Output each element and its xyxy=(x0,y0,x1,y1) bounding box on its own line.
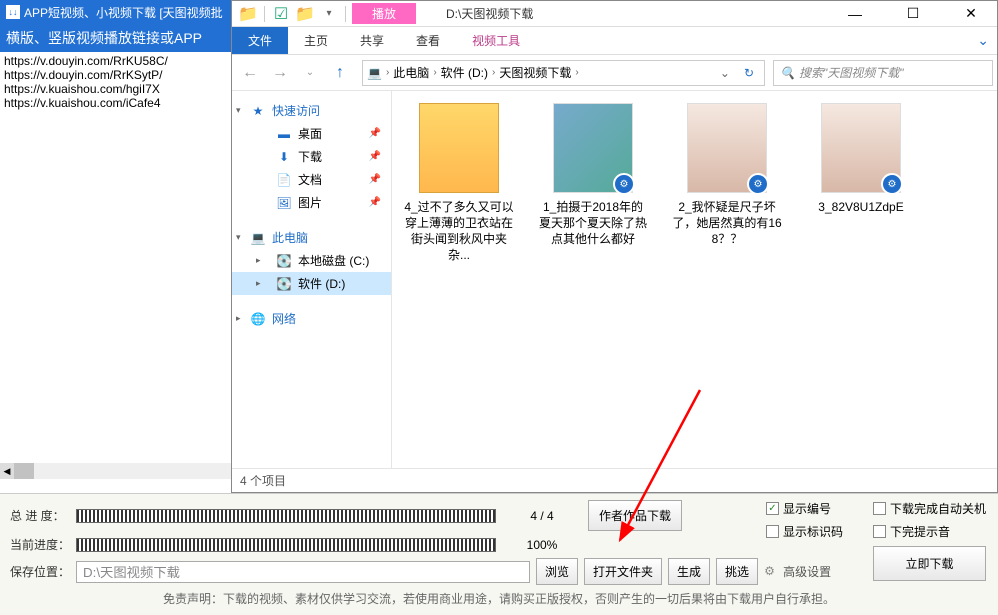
breadcrumb-item[interactable]: 软件 (D:) xyxy=(441,64,488,81)
address-dropdown-icon[interactable]: ⌄ xyxy=(714,66,736,80)
file-name: 1_拍摄于2018年的夏天那个夏天除了热点其他什么都好 xyxy=(538,199,648,247)
file-item-video[interactable]: ⚙ 1_拍摄于2018年的夏天那个夏天除了热点其他什么都好 xyxy=(538,103,648,247)
close-button[interactable]: ✕ xyxy=(951,4,991,24)
save-path-input[interactable] xyxy=(76,561,530,583)
file-item-video[interactable]: ⚙ 3_82V8U1ZdpE xyxy=(806,103,916,215)
item-count: 4 个项目 xyxy=(240,472,286,489)
total-progress-bar xyxy=(76,509,496,523)
properties-icon[interactable]: ☑ xyxy=(271,4,291,24)
new-folder-icon[interactable]: 📁 xyxy=(295,4,315,24)
app-left-panel: ↓↓ APP短视频、小视频下载 [天图视频批 横版、竖版视频播放链接或APP h… xyxy=(0,0,231,463)
url-line: https://v.douyin.com/RrKU58C/ xyxy=(4,54,227,68)
breadcrumb-item[interactable]: 此电脑 xyxy=(393,64,429,81)
ribbon-tab-home[interactable]: 主页 xyxy=(288,27,344,54)
video-badge-icon: ⚙ xyxy=(747,173,769,195)
video-badge-icon: ⚙ xyxy=(881,173,903,195)
context-tab-play[interactable]: 播放 xyxy=(352,3,416,24)
bottom-control-panel: 总 进 度： 4 / 4 作者作品下载 当前进度： 100% 保存位置： 浏览 … xyxy=(0,493,998,615)
breadcrumb-bar[interactable]: 💻 › 此电脑 › 软件 (D:) › 天图视频下载 › ⌄ ↻ xyxy=(362,60,765,86)
breadcrumb-pc-icon: 💻 xyxy=(367,66,382,80)
nav-network[interactable]: ▸🌐网络 xyxy=(232,307,391,330)
current-progress-bar xyxy=(76,538,496,552)
horizontal-scrollbar[interactable]: ◀ xyxy=(0,463,231,479)
window-title: D:\天图视频下载 xyxy=(446,5,533,22)
ribbon-tab-file[interactable]: 文件 xyxy=(232,27,288,54)
current-progress-text: 100% xyxy=(502,538,582,552)
nav-history-dropdown[interactable]: ⌄ xyxy=(296,59,324,87)
app-title: APP短视频、小视频下载 [天图视频批 xyxy=(24,4,223,21)
pick-button[interactable]: 挑选 xyxy=(716,558,758,585)
nav-downloads[interactable]: ⬇下载📌 xyxy=(232,145,391,168)
browse-button[interactable]: 浏览 xyxy=(536,558,578,585)
folder-icon[interactable]: 📁 xyxy=(238,4,258,24)
video-badge-icon: ⚙ xyxy=(613,173,635,195)
file-explorer-window: 📁 ☑ 📁 ▾ 播放 D:\天图视频下载 — ☐ ✕ 文件 主页 共享 查看 视… xyxy=(231,0,998,493)
nav-drive-c[interactable]: ▸💽本地磁盘 (C:) xyxy=(232,249,391,272)
video-thumbnail: ⚙ xyxy=(821,103,901,193)
ribbon-tab-video-tools[interactable]: 视频工具 xyxy=(456,27,536,54)
file-name: 3_82V8U1ZdpE xyxy=(806,199,916,215)
file-list[interactable]: 4_过不了多久又可以穿上薄薄的卫衣站在街头闻到秋风中夹杂... ⚙ 1_拍摄于2… xyxy=(392,91,997,468)
alert-sound-checkbox[interactable]: 下完提示音 xyxy=(873,523,986,540)
file-item-video[interactable]: ⚙ 2_我怀疑是尺子坏了，她居然真的有168？？ xyxy=(672,103,782,247)
status-bar: 4 个项目 xyxy=(232,468,997,492)
ribbon-tab-share[interactable]: 共享 xyxy=(344,27,400,54)
file-name: 2_我怀疑是尺子坏了，她居然真的有168？？ xyxy=(672,199,782,247)
nav-forward-button[interactable]: → xyxy=(266,59,294,87)
video-thumbnail: ⚙ xyxy=(553,103,633,193)
nav-documents[interactable]: 📄文档📌 xyxy=(232,168,391,191)
current-progress-label: 当前进度： xyxy=(10,536,70,553)
url-textarea[interactable]: https://v.douyin.com/RrKU58C/ https://v.… xyxy=(0,52,231,460)
nav-desktop[interactable]: ▬桌面📌 xyxy=(232,122,391,145)
quick-access-toolbar: 📁 ☑ 📁 ▾ 播放 D:\天图视频下载 — ☐ ✕ xyxy=(232,1,997,27)
file-item-folder[interactable]: 4_过不了多久又可以穿上薄薄的卫衣站在街头闻到秋风中夹杂... xyxy=(404,103,514,263)
search-icon: 🔍 xyxy=(780,66,795,80)
search-placeholder: 搜索"天图视频下载" xyxy=(799,64,904,81)
video-thumbnail: ⚙ xyxy=(687,103,767,193)
show-id-checkbox[interactable]: 显示标识码 xyxy=(766,523,843,540)
url-line: https://v.kuaishou.com/hgiI7X xyxy=(4,82,227,96)
save-location-label: 保存位置： xyxy=(10,563,70,580)
url-line: https://v.kuaishou.com/iCafe4 xyxy=(4,96,227,110)
auto-shutdown-checkbox[interactable]: 下载完成自动关机 xyxy=(873,500,986,517)
search-input[interactable]: 🔍 搜索"天图视频下载" xyxy=(773,60,993,86)
ribbon-tabs: 文件 主页 共享 查看 视频工具 ⌄ xyxy=(232,27,997,55)
total-progress-text: 4 / 4 xyxy=(502,509,582,523)
file-name: 4_过不了多久又可以穿上薄薄的卫衣站在街头闻到秋风中夹杂... xyxy=(404,199,514,263)
nav-quick-access[interactable]: ▾★快速访问 xyxy=(232,99,391,122)
qat-dropdown-icon[interactable]: ▾ xyxy=(319,4,339,24)
open-folder-button[interactable]: 打开文件夹 xyxy=(584,558,662,585)
nav-up-button[interactable]: ↑ xyxy=(326,59,354,87)
ribbon-expand-icon[interactable]: ⌄ xyxy=(969,27,997,54)
folder-thumbnail xyxy=(419,103,499,193)
download-now-button[interactable]: 立即下载 xyxy=(873,546,986,581)
nav-back-button[interactable]: ← xyxy=(236,59,264,87)
app-titlebar: ↓↓ APP短视频、小视频下载 [天图视频批 xyxy=(0,0,231,24)
disclaimer-text: 免责声明：下载的视频、素材仅供学习交流，若使用商业用途，请购买正版授权，否则产生… xyxy=(10,590,988,607)
nav-drive-d[interactable]: ▸💽软件 (D:) xyxy=(232,272,391,295)
show-number-checkbox[interactable]: ✓显示编号 xyxy=(766,500,843,517)
maximize-button[interactable]: ☐ xyxy=(893,4,933,24)
app-icon: ↓↓ xyxy=(6,5,20,19)
ribbon-tab-view[interactable]: 查看 xyxy=(400,27,456,54)
address-bar: ← → ⌄ ↑ 💻 › 此电脑 › 软件 (D:) › 天图视频下载 › ⌄ ↻… xyxy=(232,55,997,91)
refresh-icon[interactable]: ↻ xyxy=(738,66,760,80)
nav-pictures[interactable]: 🖼图片📌 xyxy=(232,191,391,214)
breadcrumb-item[interactable]: 天图视频下载 xyxy=(499,64,571,81)
generate-button[interactable]: 生成 xyxy=(668,558,710,585)
navigation-pane[interactable]: ▾★快速访问 ▬桌面📌 ⬇下载📌 📄文档📌 🖼图片📌 ▾💻此电脑 ▸💽本地磁盘 … xyxy=(232,91,392,468)
nav-this-pc[interactable]: ▾💻此电脑 xyxy=(232,226,391,249)
author-works-download-button[interactable]: 作者作品下载 xyxy=(588,500,682,531)
url-line: https://v.douyin.com/RrKSytP/ xyxy=(4,68,227,82)
url-area-label: 横版、竖版视频播放链接或APP xyxy=(0,24,231,52)
total-progress-label: 总 进 度： xyxy=(10,507,70,524)
minimize-button[interactable]: — xyxy=(835,4,875,24)
